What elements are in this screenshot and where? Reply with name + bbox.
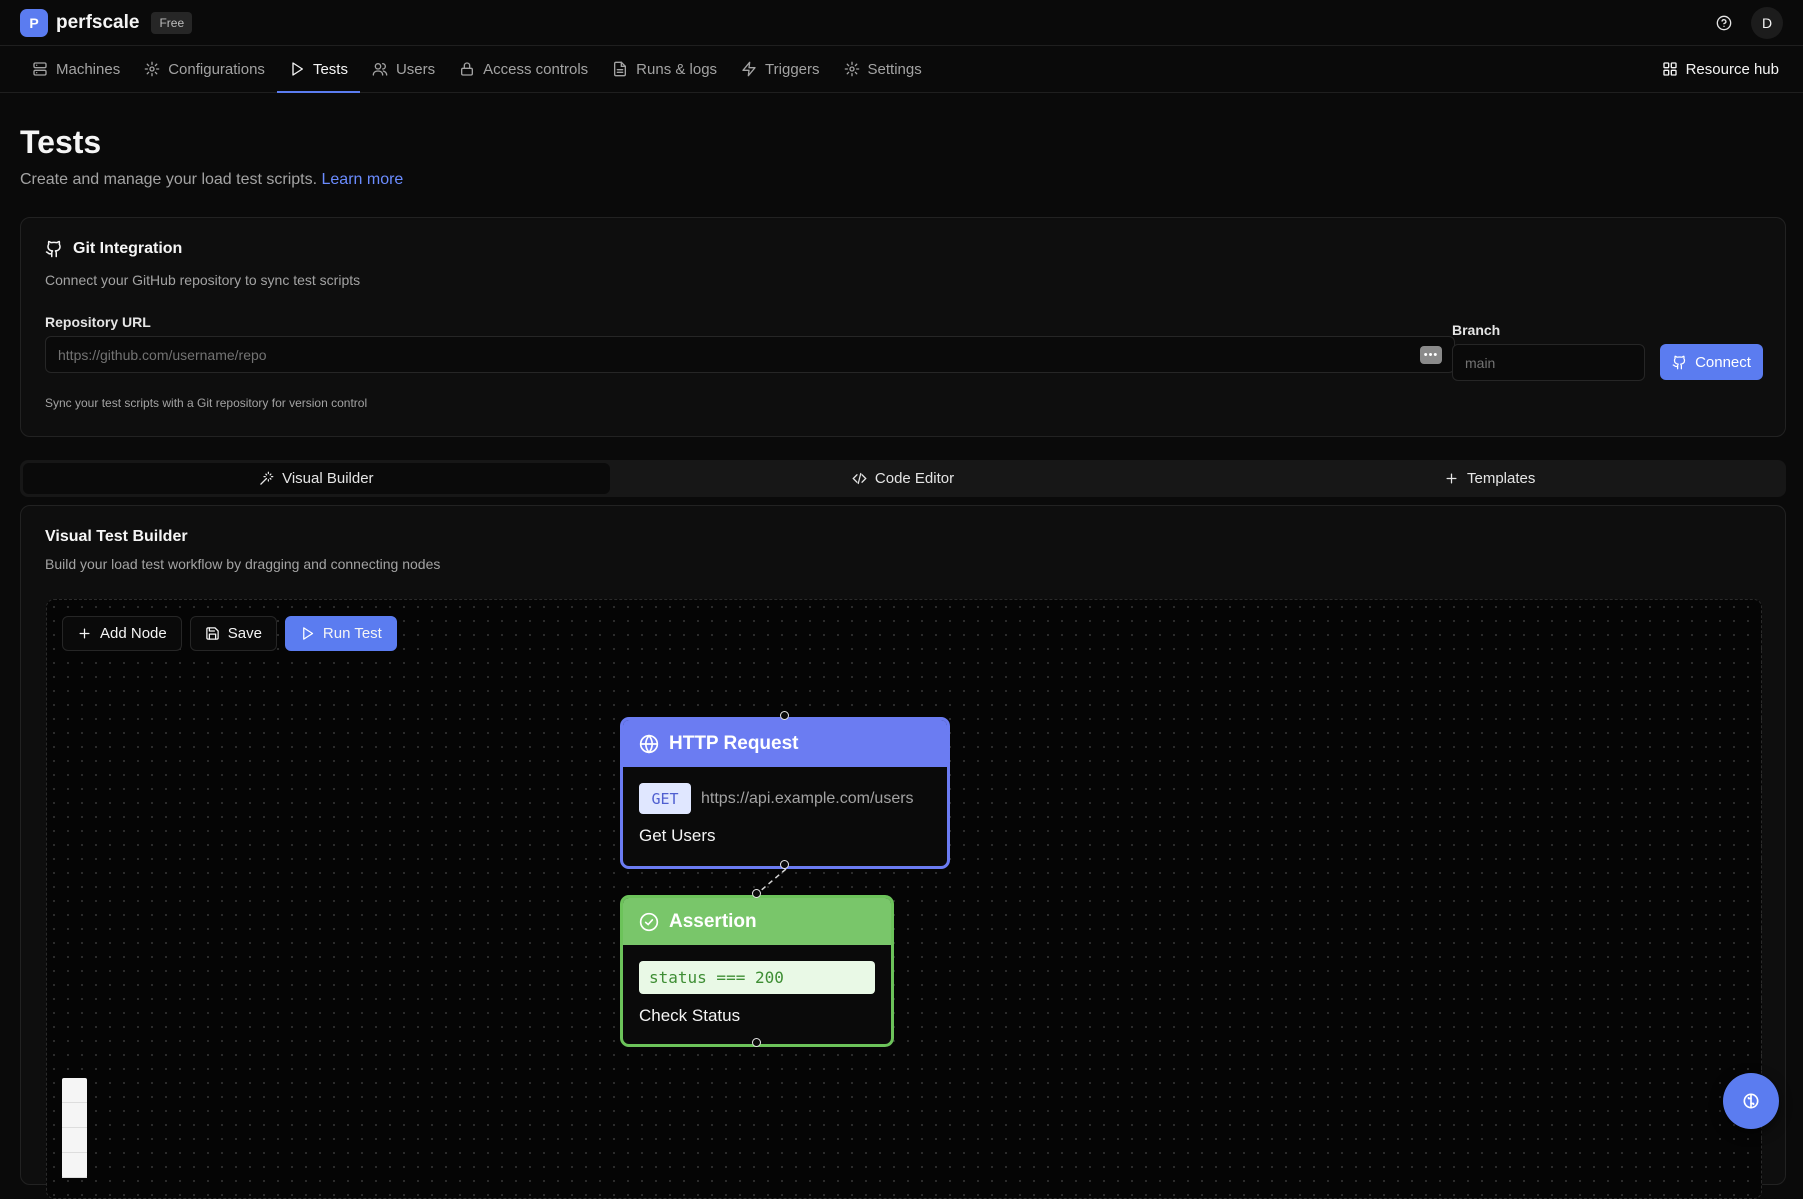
- assertion-expression: status === 200: [639, 961, 875, 994]
- git-integration-card: Git Integration Connect your GitHub repo…: [20, 217, 1786, 437]
- nav-item-tests[interactable]: Tests: [276, 46, 360, 93]
- lock-view-button[interactable]: [62, 1153, 87, 1178]
- nav-label: Triggers: [765, 60, 820, 78]
- nav-item-machines[interactable]: Machines: [20, 46, 132, 92]
- branch-input[interactable]: main: [1452, 344, 1645, 381]
- top-bar-actions: D: [1713, 6, 1783, 39]
- nav-label: Access controls: [483, 60, 589, 78]
- nav-label: Configurations: [168, 60, 265, 78]
- main-nav: Machines Configurations Tests Users Acce…: [0, 46, 1803, 93]
- output-handle[interactable]: [752, 1038, 761, 1047]
- assertion-node-header[interactable]: Assertion: [623, 898, 891, 945]
- repository-url-placeholder: https://github.com/username/repo: [58, 346, 267, 363]
- grid-icon: [1662, 62, 1677, 76]
- app-logo[interactable]: P: [20, 8, 48, 37]
- nav-item-configurations[interactable]: Configurations: [132, 46, 277, 92]
- code-icon: [852, 472, 867, 485]
- git-integration-description: Connect your GitHub repository to sync t…: [45, 272, 361, 288]
- zoom-controls: [62, 1078, 87, 1178]
- assistant-fab[interactable]: [1723, 1073, 1779, 1129]
- tab-label: Code Editor: [874, 470, 955, 487]
- tab-label: Templates: [1466, 470, 1536, 487]
- document-icon: [614, 61, 627, 77]
- globe-icon: [639, 733, 659, 754]
- http-request-node[interactable]: HTTP Request GET https://api.example.com…: [620, 711, 950, 869]
- github-icon: [1672, 355, 1686, 369]
- output-handle[interactable]: [780, 860, 789, 869]
- http-request-node-name: Get Users: [639, 826, 716, 845]
- resource-hub-link[interactable]: Resource hub: [1662, 46, 1783, 92]
- lock-icon: [461, 62, 474, 76]
- check-circle-icon: [639, 912, 659, 931]
- branch-label: Branch: [1452, 322, 1501, 338]
- zoom-in-button[interactable]: [62, 1078, 87, 1103]
- github-icon: [45, 240, 61, 258]
- page-subtitle-text: Create and manage your load test scripts…: [20, 171, 318, 188]
- visual-builder-description: Build your load test workflow by draggin…: [45, 556, 441, 572]
- http-request-node-header[interactable]: HTTP Request: [623, 720, 947, 767]
- branch-placeholder: main: [1465, 354, 1496, 371]
- bolt-icon: [742, 61, 756, 77]
- tab-visual-builder[interactable]: Visual Builder: [23, 463, 610, 494]
- plus-icon: [1446, 473, 1457, 484]
- nav-item-triggers[interactable]: Triggers: [729, 46, 831, 92]
- plan-badge: Free: [151, 11, 193, 34]
- http-method-badge: GET: [639, 783, 691, 814]
- tab-code-editor[interactable]: Code Editor: [610, 463, 1197, 494]
- nav-label: Runs & logs: [636, 60, 718, 78]
- visual-builder-title: Visual Test Builder: [45, 528, 188, 545]
- tab-label: Visual Builder: [282, 470, 374, 487]
- users-icon: [372, 62, 388, 76]
- flow-canvas[interactable]: Add Node Save Run Test HTTP Request GET …: [46, 599, 1762, 1199]
- connect-button[interactable]: Connect: [1660, 344, 1763, 380]
- nav-item-runs-logs[interactable]: Runs & logs: [600, 46, 729, 92]
- input-handle[interactable]: [780, 711, 789, 720]
- nav-item-users[interactable]: Users: [360, 46, 447, 92]
- input-handle[interactable]: [752, 889, 761, 898]
- git-integration-title: Git Integration: [73, 240, 183, 257]
- top-bar: P perfscale Free D: [0, 0, 1803, 46]
- visual-builder-card: Visual Test Builder Build your load test…: [20, 505, 1786, 1199]
- repository-url-input[interactable]: https://github.com/username/repo •••: [45, 336, 1455, 373]
- nav-label: Tests: [312, 60, 348, 78]
- nav-label: Settings: [867, 60, 922, 78]
- git-integration-note: Sync your test scripts with a Git reposi…: [45, 396, 368, 410]
- assertion-node[interactable]: Assertion status === 200 Check Status: [620, 889, 894, 1047]
- nav-item-access-controls[interactable]: Access controls: [447, 46, 600, 92]
- git-integration-header: Git Integration: [45, 240, 182, 258]
- connect-label: Connect: [1695, 353, 1751, 371]
- http-request-node-title: HTTP Request: [669, 732, 799, 754]
- assertion-node-title: Assertion: [669, 910, 757, 932]
- app-name: perfscale: [56, 11, 140, 33]
- http-request-url: https://api.example.com/users: [701, 789, 914, 807]
- page-title: Tests: [20, 124, 102, 160]
- server-icon: [33, 62, 47, 76]
- magic-wand-icon: [260, 471, 274, 485]
- brain-icon: [1743, 1093, 1759, 1109]
- page-subtitle: Create and manage your load test scripts…: [20, 171, 403, 189]
- nav-label: Users: [395, 60, 436, 78]
- learn-more-link[interactable]: Learn more: [322, 171, 404, 188]
- tab-templates[interactable]: Templates: [1196, 463, 1783, 494]
- gear-icon: [844, 61, 859, 77]
- fit-view-button[interactable]: [62, 1128, 87, 1153]
- gear-icon: [144, 61, 160, 77]
- zoom-out-button[interactable]: [62, 1103, 87, 1128]
- more-options-icon[interactable]: •••: [1420, 345, 1442, 364]
- editor-tabs: Visual Builder Code Editor Templates: [20, 460, 1786, 497]
- user-avatar[interactable]: D: [1751, 6, 1783, 39]
- play-icon: [292, 62, 303, 76]
- nav-item-settings[interactable]: Settings: [832, 46, 934, 92]
- node-connection-edge[interactable]: [47, 600, 1762, 1199]
- nav-label: Machines: [56, 60, 121, 78]
- repository-url-label: Repository URL: [45, 314, 151, 330]
- assertion-node-name: Check Status: [639, 1006, 741, 1025]
- resource-hub-label: Resource hub: [1685, 60, 1779, 78]
- help-icon[interactable]: [1713, 12, 1735, 34]
